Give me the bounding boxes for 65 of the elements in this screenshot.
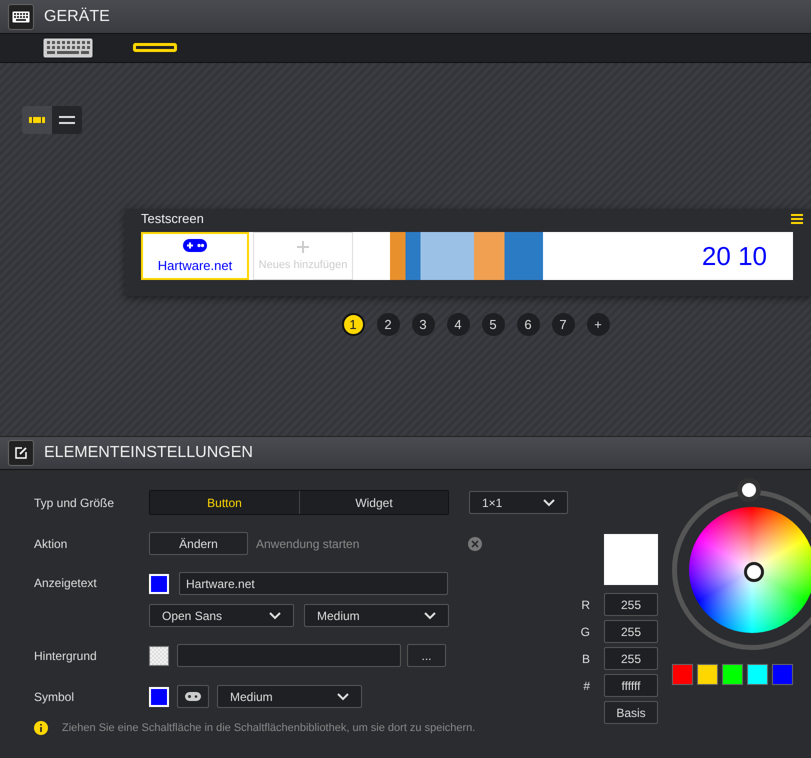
tile-label: Hartware.net — [158, 258, 232, 273]
plus-icon — [297, 241, 309, 253]
channel-input[interactable]: 255 — [604, 620, 658, 643]
edit-icon — [8, 440, 34, 466]
page-button[interactable]: 5 — [482, 313, 504, 336]
color-wheel[interactable] — [672, 490, 811, 650]
gamepad-icon — [185, 692, 201, 701]
field-label: Typ und Größe — [34, 496, 116, 510]
color-swatch[interactable] — [772, 664, 793, 685]
channel-input[interactable]: 255 — [604, 647, 658, 670]
type-tab[interactable]: Button — [150, 491, 299, 514]
screen-button-tile[interactable]: Hartware.net — [141, 232, 249, 280]
page-button[interactable]: 7 — [552, 313, 574, 336]
keyboard-icon — [8, 4, 34, 30]
page-button[interactable]: 4 — [446, 313, 470, 336]
size-dropdown[interactable]: 1×1 — [469, 491, 568, 514]
channel-input[interactable]: ffffff — [604, 674, 658, 697]
browse-button[interactable]: ... — [407, 644, 446, 667]
page-button[interactable]: 6 — [516, 313, 540, 336]
clock-text: 20 10 — [702, 241, 767, 272]
background-input[interactable] — [177, 644, 401, 667]
keyboard-icon[interactable] — [43, 38, 93, 58]
page-button[interactable]: 3 — [412, 313, 434, 336]
clear-icon[interactable] — [468, 536, 482, 550]
symbol-size-dropdown[interactable]: Medium — [217, 685, 362, 708]
basis-button[interactable]: Basis — [604, 701, 658, 724]
channel-label: G — [580, 624, 590, 638]
page-button[interactable]: 2 — [376, 313, 400, 336]
change-button[interactable]: Ändern — [149, 532, 248, 555]
section-title: ELEMENTEINSTELLUNGEN — [44, 444, 253, 462]
light-bar-icon[interactable] — [133, 43, 177, 53]
info-icon — [34, 721, 48, 735]
color-preview — [604, 534, 658, 585]
chevron-down-icon — [337, 692, 349, 700]
chevron-down-icon — [424, 612, 436, 620]
symbol-button[interactable] — [177, 685, 209, 708]
page-button[interactable]: + — [586, 313, 610, 336]
hint-text: Ziehen Sie eine Schaltfläche in die Schaltflächenbibliothek, um sie dort zu speichern. — [62, 722, 476, 734]
gamepad-icon — [183, 239, 207, 252]
channel-label: R — [581, 598, 590, 612]
screen-title: Testscreen — [141, 211, 205, 226]
field-label: Anzeigetext — [34, 575, 98, 590]
color-swatch[interactable] — [697, 664, 718, 685]
channel-label: # — [583, 678, 590, 692]
tile-view-icon[interactable] — [22, 106, 52, 134]
channel-input[interactable]: 255 — [604, 593, 658, 616]
channel-label: B — [582, 652, 590, 666]
field-label: Aktion — [34, 536, 68, 550]
text-input[interactable]: Hartware.net — [179, 572, 448, 595]
menu-icon[interactable] — [791, 214, 803, 224]
font-dropdown[interactable]: Open Sans — [149, 604, 294, 627]
type-tab[interactable]: Widget — [299, 491, 448, 514]
color-swatch[interactable] — [722, 664, 743, 685]
chevron-down-icon — [543, 498, 555, 506]
color-swatch[interactable] — [747, 664, 768, 685]
action-value: Anwendung starten — [256, 536, 360, 550]
field-label: Hintergrund — [34, 648, 98, 662]
chevron-down-icon — [269, 612, 281, 620]
font-size-dropdown[interactable]: Medium — [304, 604, 449, 627]
brightness-handle[interactable] — [737, 478, 761, 502]
color-swatch[interactable] — [672, 664, 693, 685]
section-title: GERÄTE — [44, 8, 110, 26]
transparent-swatch[interactable] — [149, 646, 169, 666]
page-button[interactable]: 1 — [342, 313, 364, 336]
field-label: Symbol — [34, 690, 76, 704]
